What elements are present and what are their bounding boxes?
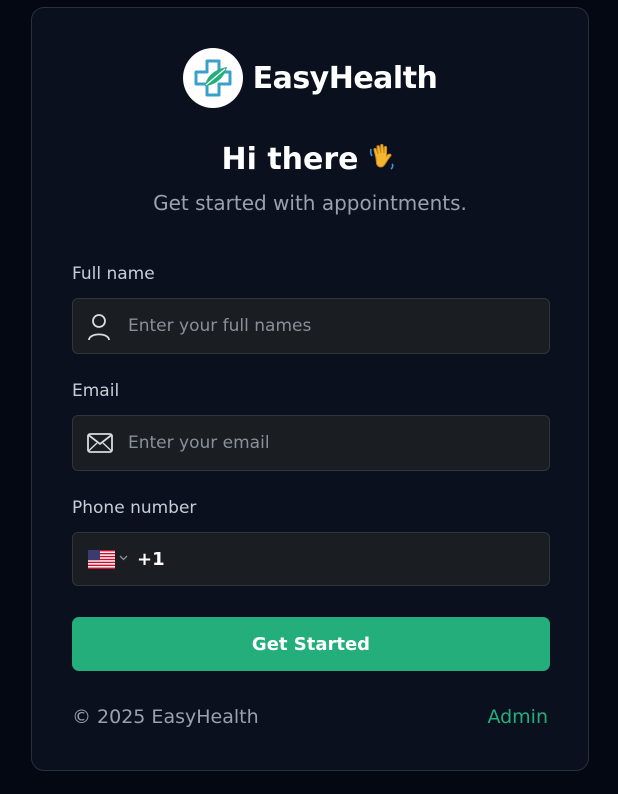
us-flag-icon[interactable]: [88, 550, 115, 569]
phone-field[interactable]: +1: [72, 532, 550, 586]
phone-label: Phone number: [72, 498, 197, 518]
get-started-button[interactable]: Get Started: [72, 617, 550, 671]
admin-link[interactable]: Admin: [487, 706, 548, 728]
copyright-text: © 2025 EasyHealth: [72, 706, 259, 728]
full-name-label: Full name: [72, 264, 155, 284]
mail-icon: [87, 433, 113, 453]
email-input[interactable]: [128, 416, 528, 470]
full-name-field[interactable]: [72, 298, 550, 354]
user-icon: [88, 314, 110, 341]
email-field[interactable]: [72, 415, 550, 471]
chevron-down-icon[interactable]: [119, 555, 128, 561]
logo: [182, 48, 243, 108]
dial-code: +1: [137, 549, 165, 570]
signup-card: EasyHealth Hi there Get started with app…: [31, 7, 589, 771]
full-name-input[interactable]: [128, 299, 528, 353]
email-label: Email: [72, 381, 120, 401]
page-title: Hi there: [32, 140, 588, 180]
medical-cross-icon: [194, 59, 232, 97]
greeting-text: Hi there: [221, 142, 359, 177]
page-subtitle: Get started with appointments.: [153, 191, 467, 215]
waving-hand-icon: [367, 140, 399, 180]
brand-header: EasyHealth: [32, 48, 588, 108]
brand-name: EasyHealth: [252, 60, 438, 96]
